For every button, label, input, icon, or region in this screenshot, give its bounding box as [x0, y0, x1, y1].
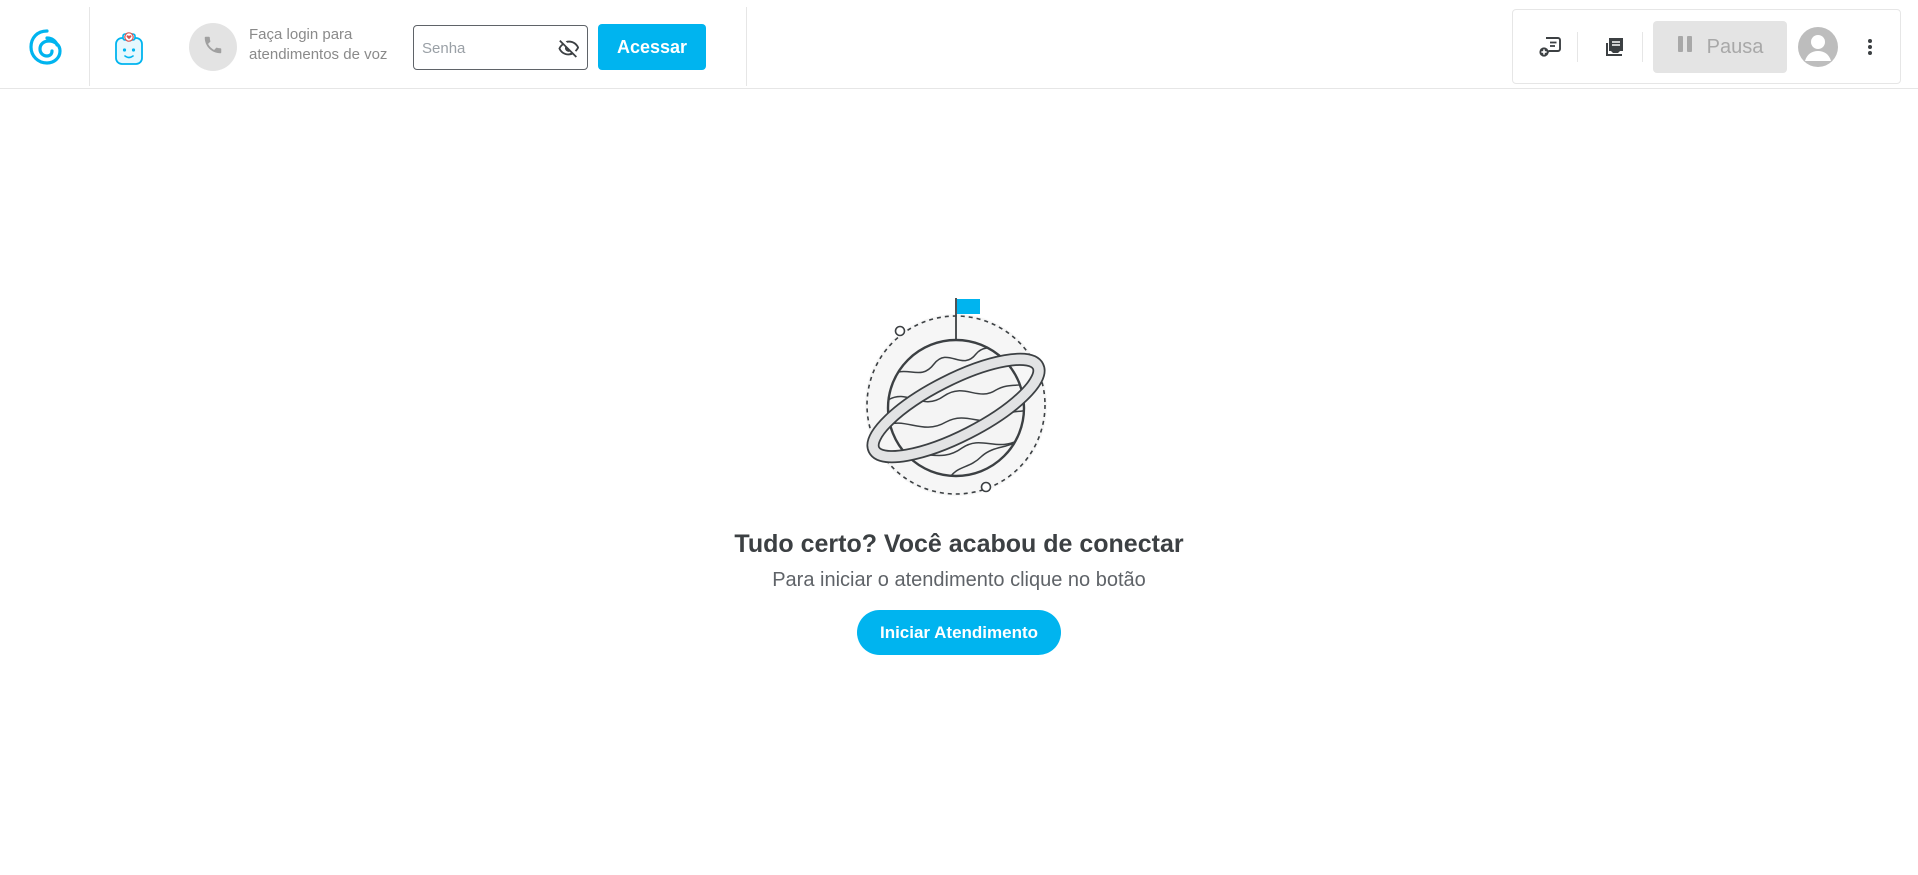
- header-divider: [746, 7, 747, 86]
- inbox-icon[interactable]: [1598, 30, 1632, 64]
- empty-state-subtitle: Para iniciar o atendimento clique no bot…: [772, 569, 1146, 591]
- pause-label: Pausa: [1706, 35, 1764, 58]
- phone-icon: [202, 34, 224, 61]
- agent-toolbar: Pausa: [1512, 9, 1901, 84]
- header-divider: [89, 7, 90, 86]
- chat-add-icon[interactable]: [1533, 30, 1567, 64]
- toolbar-divider: [1577, 32, 1578, 62]
- voice-login-label: Faça login para atendimentos de voz: [249, 26, 388, 63]
- pause-button[interactable]: Pausa: [1653, 21, 1787, 73]
- top-bar: Faça login para atendimentos de voz Aces…: [0, 0, 1918, 89]
- more-vertical-icon[interactable]: [1858, 30, 1882, 64]
- voice-login-avatar: [189, 23, 237, 71]
- password-input[interactable]: [422, 34, 547, 62]
- planet-flag-illustration: [864, 298, 1054, 498]
- empty-state: Tudo certo? Você acabou de conectar Para…: [0, 298, 1918, 655]
- health-robot-icon[interactable]: [110, 28, 148, 68]
- password-field-wrapper: [413, 25, 588, 70]
- toolbar-divider: [1642, 32, 1643, 62]
- eye-off-icon[interactable]: [557, 37, 581, 59]
- login-submit-button[interactable]: Acessar: [598, 24, 706, 70]
- empty-state-title: Tudo certo? Você acabou de conectar: [734, 530, 1184, 558]
- user-avatar-icon[interactable]: [1798, 27, 1838, 67]
- spiral-logo-icon[interactable]: [26, 26, 68, 68]
- start-service-button[interactable]: Iniciar Atendimento: [857, 610, 1061, 655]
- pause-icon: [1677, 35, 1693, 59]
